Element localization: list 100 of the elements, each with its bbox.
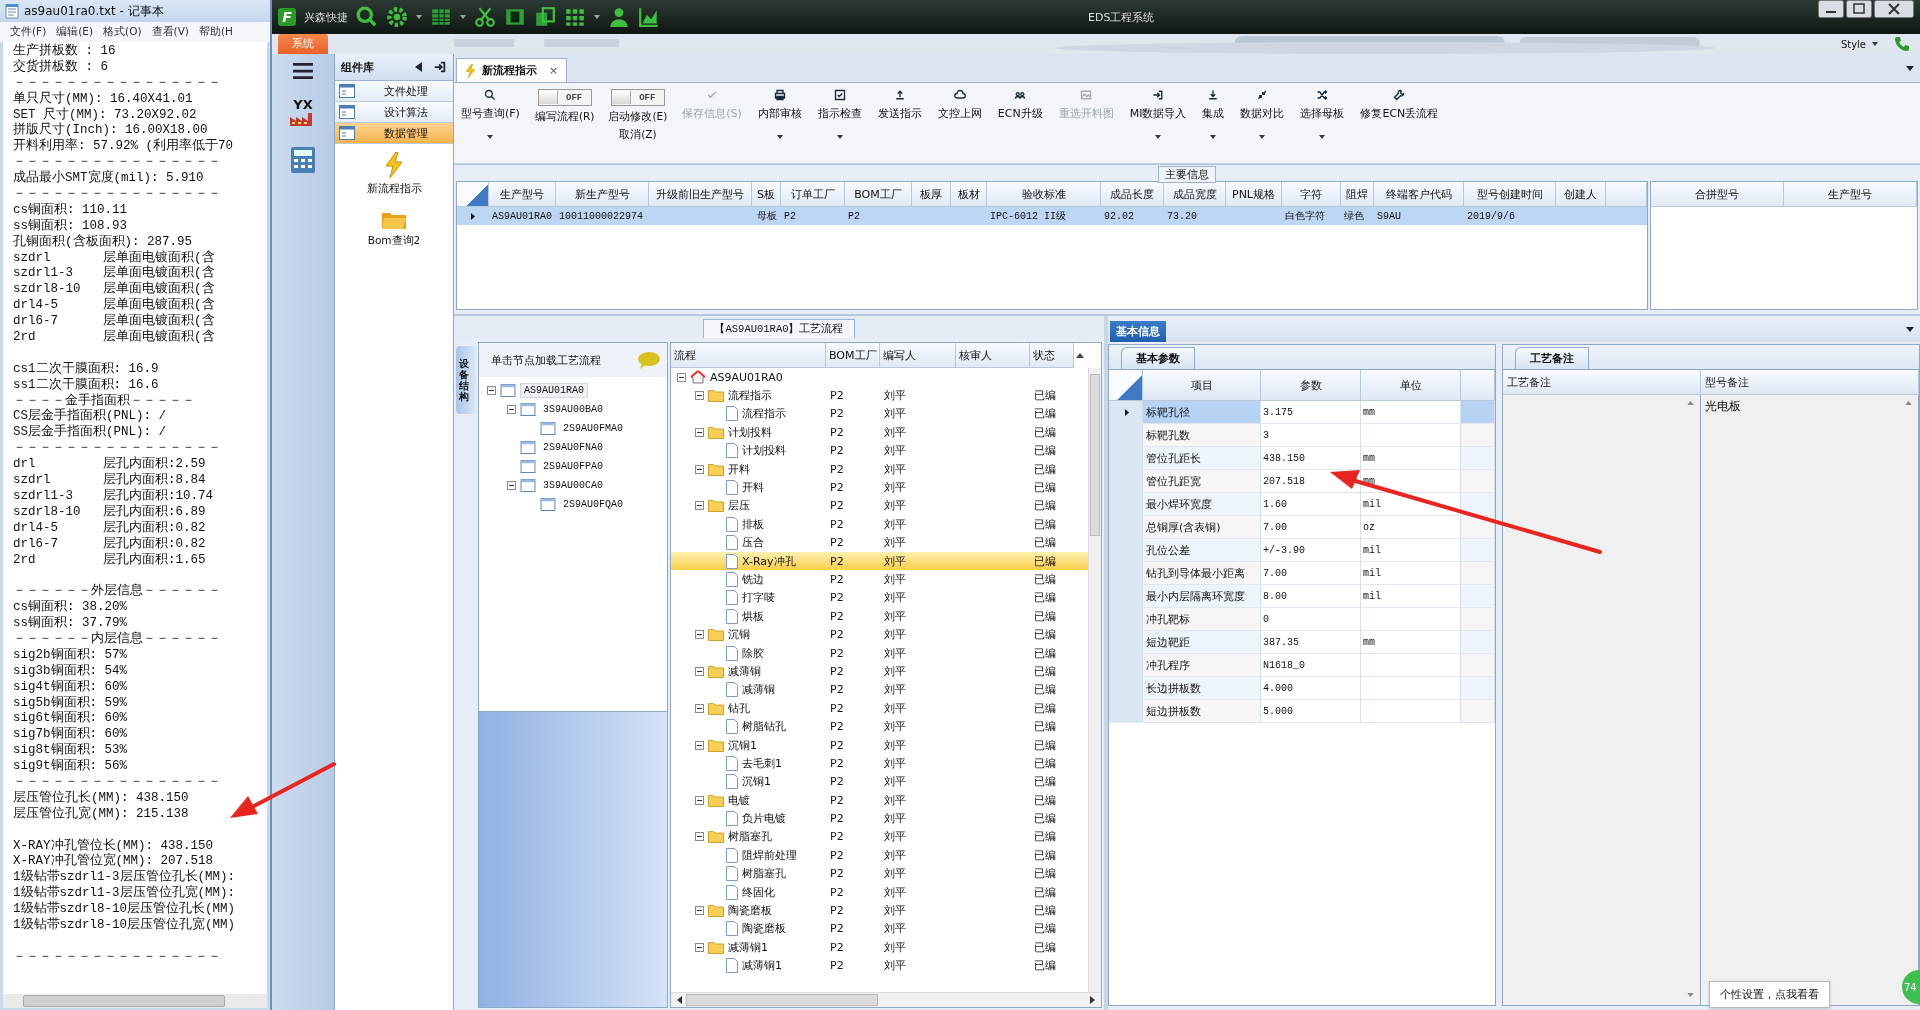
toolbar-button[interactable]: 选择母板 <box>1299 87 1346 123</box>
table-row[interactable]: 最小焊环宽度 1.60 mil <box>1109 493 1495 516</box>
chart-icon[interactable] <box>638 6 660 28</box>
tree-row[interactable]: 流程指示 P2 刘平 已编 <box>671 386 1088 405</box>
scissors-icon[interactable] <box>474 6 496 28</box>
tree-row[interactable]: 钻孔 P2 刘平 已编 <box>671 699 1088 718</box>
column-header[interactable]: 新生产型号 <box>556 182 649 207</box>
column-header[interactable]: 型号备注 <box>1701 370 1919 395</box>
toolbar-button[interactable]: 数据对比 <box>1239 87 1286 123</box>
tree-item[interactable]: 2S9AU0FQA0 <box>560 498 626 511</box>
action-item[interactable]: Bom查询2 <box>367 210 421 248</box>
menu-item[interactable]: 文件(F) <box>10 25 47 39</box>
toolbar-button[interactable]: 发送指示 <box>876 87 923 123</box>
table-row[interactable]: 标靶孔径 3.175 mm <box>1109 401 1495 424</box>
menu-item[interactable]: 编辑(E) <box>56 25 94 39</box>
expander-icon[interactable] <box>507 481 516 490</box>
menu-item[interactable]: 查看(V) <box>151 25 189 39</box>
column-header[interactable]: 流程 <box>671 343 826 368</box>
tree-row[interactable]: 计划投料 P2 刘平 已编 <box>671 441 1088 460</box>
tree-row[interactable]: 终固化 P2 刘平 已编 <box>671 882 1088 902</box>
scroll-right-icon[interactable] <box>1090 996 1095 1004</box>
column-header[interactable]: 板厚 <box>912 182 951 207</box>
table-row[interactable]: 钻孔到导体最小距离 7.00 mil <box>1109 562 1495 585</box>
tree-row[interactable]: 开料 P2 刘平 已编 <box>671 478 1088 497</box>
scroll-left-icon[interactable] <box>677 996 682 1004</box>
expander-icon[interactable] <box>507 405 516 414</box>
tree-row[interactable]: 流程指示 P2 刘平 已编 <box>671 404 1088 424</box>
caret-icon[interactable] <box>836 135 843 139</box>
caret-icon[interactable] <box>1210 135 1217 139</box>
panel-tab[interactable]: 基本参数 <box>1121 347 1195 369</box>
expander-icon[interactable] <box>695 501 704 511</box>
row-header[interactable] <box>1109 401 1143 423</box>
copy-icon[interactable] <box>534 6 556 28</box>
column-header[interactable]: 型号创建时间 <box>1464 182 1556 207</box>
scroll-up-icon[interactable] <box>1076 353 1084 358</box>
style-menu[interactable]: Style <box>1840 38 1866 50</box>
table-row[interactable]: 长边拼板数 4.000 <box>1109 677 1495 700</box>
tree-row[interactable]: 电镀 P2 刘平 已编 <box>671 791 1088 810</box>
tree-row[interactable]: 打字唛 P2 刘平 已编 <box>671 588 1088 608</box>
expander-icon[interactable] <box>695 942 704 952</box>
column-header[interactable]: 板材 <box>951 182 987 207</box>
component-item[interactable]: 数据管理 <box>335 123 453 144</box>
caret-icon[interactable] <box>487 135 494 139</box>
column-header[interactable]: 成品长度 <box>1101 182 1164 207</box>
caret-icon[interactable] <box>776 135 783 139</box>
expander-icon[interactable] <box>677 372 686 382</box>
collapse-icon[interactable] <box>415 62 423 72</box>
expander-icon[interactable] <box>695 391 704 401</box>
table-row[interactable]: 短边拼板数 5.000 <box>1109 700 1495 723</box>
column-header[interactable]: 工艺备注 <box>1503 370 1701 395</box>
close-icon[interactable] <box>1874 0 1914 18</box>
tree-row[interactable]: 树脂钻孔 P2 刘平 已编 <box>671 717 1088 736</box>
caret-icon[interactable] <box>1906 326 1914 332</box>
tree-row[interactable]: 层压 P2 刘平 已编 <box>671 496 1088 516</box>
tree-row[interactable]: 陶瓷磨板 P2 刘平 已编 <box>671 901 1088 920</box>
toolbar-button[interactable]: 修复ECN丢流程 <box>1359 87 1440 123</box>
tree-row[interactable]: 除胶 P2 刘平 已编 <box>671 643 1088 663</box>
column-header[interactable]: 字符 <box>1282 182 1341 207</box>
tree-row[interactable]: 陶瓷磨板 P2 刘平 已编 <box>671 919 1088 939</box>
scrollbar[interactable] <box>3 994 267 1008</box>
toolbar-button[interactable]: 型号查询(F) <box>460 87 521 123</box>
column-header[interactable]: 核审人 <box>956 343 1030 368</box>
caret-icon[interactable] <box>1259 135 1266 139</box>
film-icon[interactable] <box>504 6 526 28</box>
calculator-icon[interactable] <box>288 145 318 175</box>
toolbar-button[interactable]: ECN升级 <box>996 87 1044 123</box>
menu-item[interactable]: 格式(O) <box>103 25 142 39</box>
expander-icon[interactable] <box>695 906 704 915</box>
toolbar-button[interactable]: 文控上网 <box>936 87 983 123</box>
document-tab[interactable]: 新流程指示 × <box>456 58 568 82</box>
column-header[interactable]: 项目 <box>1143 370 1261 401</box>
tree-row[interactable]: 压合 P2 刘平 已编 <box>671 533 1088 552</box>
column-header[interactable]: 创建人 <box>1556 182 1606 207</box>
table-row[interactable]: 冲孔程序 N1618_0 <box>1109 654 1495 677</box>
scrollbar[interactable] <box>1088 368 1101 992</box>
tree-item[interactable]: 2S9AU0FMA0 <box>560 422 626 435</box>
person-icon[interactable] <box>608 6 630 28</box>
column-header[interactable]: 单位 <box>1361 370 1461 401</box>
tree-row[interactable]: 开料 P2 刘平 已编 <box>671 459 1088 479</box>
menu-item[interactable]: 帮助(H <box>198 25 233 39</box>
tree-row[interactable]: 铣边 P2 刘平 已编 <box>671 570 1088 589</box>
tree-row[interactable]: X-Ray冲孔 P2 刘平 已编 <box>671 551 1088 571</box>
tree-item[interactable]: 2S9AU0FNA0 <box>540 441 606 454</box>
action-item[interactable]: 新流程指示 <box>366 152 422 196</box>
toggle-switch[interactable]: OFF <box>610 89 665 106</box>
column-header[interactable]: 阻焊 <box>1341 182 1374 207</box>
toolbar-button[interactable]: 内部审核 <box>756 87 803 123</box>
expander-icon[interactable] <box>695 666 704 676</box>
panel-tab[interactable]: 工艺备注 <box>1515 347 1589 369</box>
expander-icon[interactable] <box>695 427 704 437</box>
tree-row[interactable]: 去毛刺1 P2 刘平 已编 <box>671 754 1088 773</box>
tree-row[interactable]: 烘板 P2 刘平 已编 <box>671 607 1088 626</box>
column-header[interactable]: 参数 <box>1261 370 1361 401</box>
close-button[interactable]: × <box>549 64 559 77</box>
table-row[interactable]: 标靶孔数 3 <box>1109 424 1495 447</box>
expander-icon[interactable] <box>695 630 704 640</box>
toolbar-button[interactable]: 集成 <box>1201 87 1226 123</box>
menu-icon[interactable] <box>292 62 314 80</box>
table-row[interactable]: 最小内层隔离环宽度 8.00 mil <box>1109 585 1495 608</box>
caret-icon[interactable] <box>1872 42 1878 46</box>
